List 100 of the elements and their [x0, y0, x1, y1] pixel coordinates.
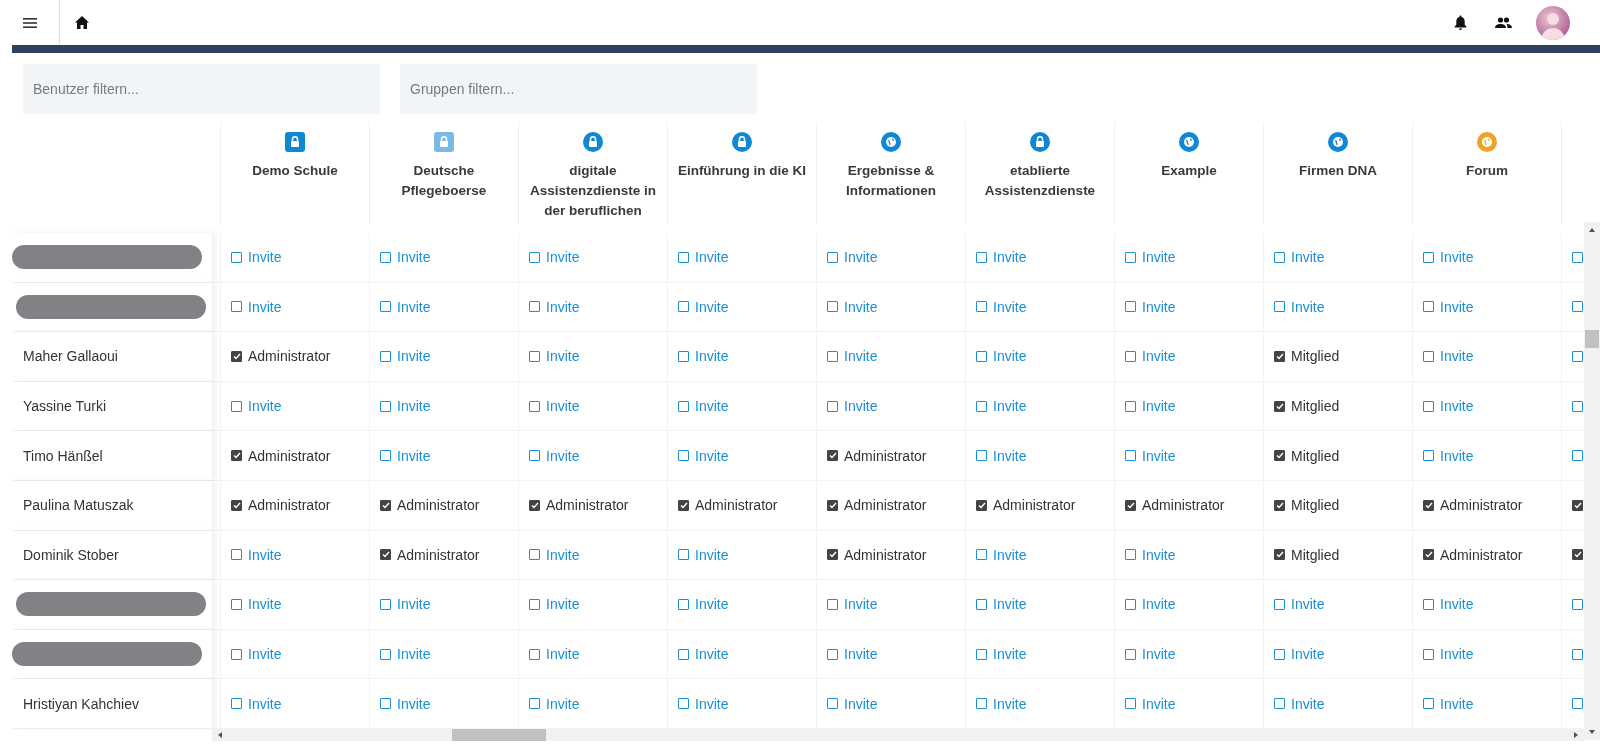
checkbox[interactable]: [529, 450, 540, 462]
checkbox[interactable]: [1274, 549, 1285, 561]
invite-link[interactable]: Invite: [993, 447, 1027, 464]
checkbox[interactable]: [529, 698, 540, 710]
invite-link[interactable]: Invite: [546, 695, 580, 712]
checkbox[interactable]: [1125, 499, 1136, 511]
checkbox[interactable]: [1423, 251, 1434, 263]
invite-link[interactable]: Invite: [397, 596, 431, 613]
invite-link[interactable]: Invite: [546, 546, 580, 563]
checkbox[interactable]: [1274, 648, 1285, 660]
checkbox[interactable]: [976, 698, 987, 710]
invite-link[interactable]: Invite: [397, 249, 431, 266]
checkbox[interactable]: [1274, 251, 1285, 263]
checkbox[interactable]: [529, 598, 540, 610]
invite-link[interactable]: Invite: [993, 596, 1027, 613]
checkbox[interactable]: [231, 450, 242, 462]
scroll-left-icon[interactable]: [216, 730, 224, 739]
checkbox[interactable]: [827, 400, 838, 412]
invite-link[interactable]: Invite: [397, 447, 431, 464]
checkbox[interactable]: [1572, 301, 1583, 313]
invite-link[interactable]: Invite: [1440, 596, 1474, 613]
checkbox[interactable]: [1423, 301, 1434, 313]
invite-link[interactable]: Invite: [993, 298, 1027, 315]
checkbox[interactable]: [1125, 698, 1136, 710]
checkbox[interactable]: [827, 301, 838, 313]
invite-link[interactable]: Invite: [1142, 298, 1176, 315]
scroll-down-icon[interactable]: [1588, 728, 1596, 736]
invite-link[interactable]: Invite: [844, 646, 878, 663]
invite-link[interactable]: Invite: [1440, 298, 1474, 315]
invite-link[interactable]: Invite: [844, 298, 878, 315]
invite-link[interactable]: Invite: [397, 398, 431, 415]
checkbox[interactable]: [1572, 450, 1583, 462]
checkbox[interactable]: [1572, 499, 1583, 511]
checkbox[interactable]: [1274, 400, 1285, 412]
invite-link[interactable]: Invite: [1440, 447, 1474, 464]
invite-link[interactable]: Invite: [397, 348, 431, 365]
invite-link[interactable]: Invite: [248, 546, 282, 563]
checkbox[interactable]: [1125, 351, 1136, 362]
checkbox[interactable]: [678, 549, 689, 561]
invite-link[interactable]: Invite: [695, 447, 729, 464]
checkbox[interactable]: [1274, 351, 1285, 362]
invite-link[interactable]: Invite: [546, 447, 580, 464]
checkbox[interactable]: [380, 698, 391, 710]
checkbox[interactable]: [380, 598, 391, 610]
checkbox[interactable]: [678, 400, 689, 412]
invite-link[interactable]: Invite: [993, 398, 1027, 415]
invite-link[interactable]: Invite: [1440, 646, 1474, 663]
checkbox[interactable]: [678, 251, 689, 263]
checkbox[interactable]: [678, 648, 689, 660]
checkbox[interactable]: [678, 301, 689, 313]
checkbox[interactable]: [529, 549, 540, 561]
checkbox[interactable]: [529, 499, 540, 511]
invite-link[interactable]: Invite: [248, 695, 282, 712]
checkbox[interactable]: [231, 648, 242, 660]
checkbox[interactable]: [1423, 598, 1434, 610]
checkbox[interactable]: [678, 499, 689, 511]
invite-link[interactable]: Invite: [546, 348, 580, 365]
checkbox[interactable]: [231, 301, 242, 313]
checkbox[interactable]: [1572, 598, 1583, 610]
invite-link[interactable]: Invite: [993, 249, 1027, 266]
checkbox[interactable]: [1125, 400, 1136, 412]
invite-link[interactable]: Invite: [695, 398, 729, 415]
invite-link[interactable]: Invite: [1142, 348, 1176, 365]
invite-link[interactable]: Invite: [248, 646, 282, 663]
checkbox[interactable]: [976, 301, 987, 313]
invite-link[interactable]: Invite: [248, 596, 282, 613]
checkbox[interactable]: [976, 499, 987, 511]
invite-link[interactable]: Invite: [248, 298, 282, 315]
scroll-right-icon[interactable]: [1572, 730, 1580, 739]
invite-link[interactable]: Invite: [695, 249, 729, 266]
invite-link[interactable]: Invite: [546, 398, 580, 415]
invite-link[interactable]: Invite: [546, 249, 580, 266]
invite-link[interactable]: Invite: [844, 596, 878, 613]
checkbox[interactable]: [827, 648, 838, 660]
checkbox[interactable]: [976, 351, 987, 362]
checkbox[interactable]: [1274, 499, 1285, 511]
checkbox[interactable]: [380, 648, 391, 660]
checkbox[interactable]: [1125, 251, 1136, 263]
checkbox[interactable]: [827, 450, 838, 462]
invite-link[interactable]: Invite: [844, 398, 878, 415]
invite-link[interactable]: Invite: [1142, 447, 1176, 464]
invite-link[interactable]: Invite: [546, 298, 580, 315]
checkbox[interactable]: [678, 351, 689, 362]
checkbox[interactable]: [1572, 400, 1583, 412]
invite-link[interactable]: Invite: [1142, 249, 1176, 266]
checkbox[interactable]: [1274, 450, 1285, 462]
checkbox[interactable]: [1125, 301, 1136, 313]
avatar[interactable]: [1536, 5, 1570, 40]
checkbox[interactable]: [231, 698, 242, 710]
invite-link[interactable]: Invite: [1142, 695, 1176, 712]
checkbox[interactable]: [1572, 251, 1583, 263]
checkbox[interactable]: [1423, 351, 1434, 362]
checkbox[interactable]: [529, 648, 540, 660]
checkbox[interactable]: [976, 549, 987, 561]
checkbox[interactable]: [529, 301, 540, 313]
checkbox[interactable]: [380, 351, 391, 362]
checkbox[interactable]: [380, 450, 391, 462]
checkbox[interactable]: [1125, 450, 1136, 462]
invite-link[interactable]: Invite: [844, 348, 878, 365]
invite-link[interactable]: Invite: [546, 646, 580, 663]
